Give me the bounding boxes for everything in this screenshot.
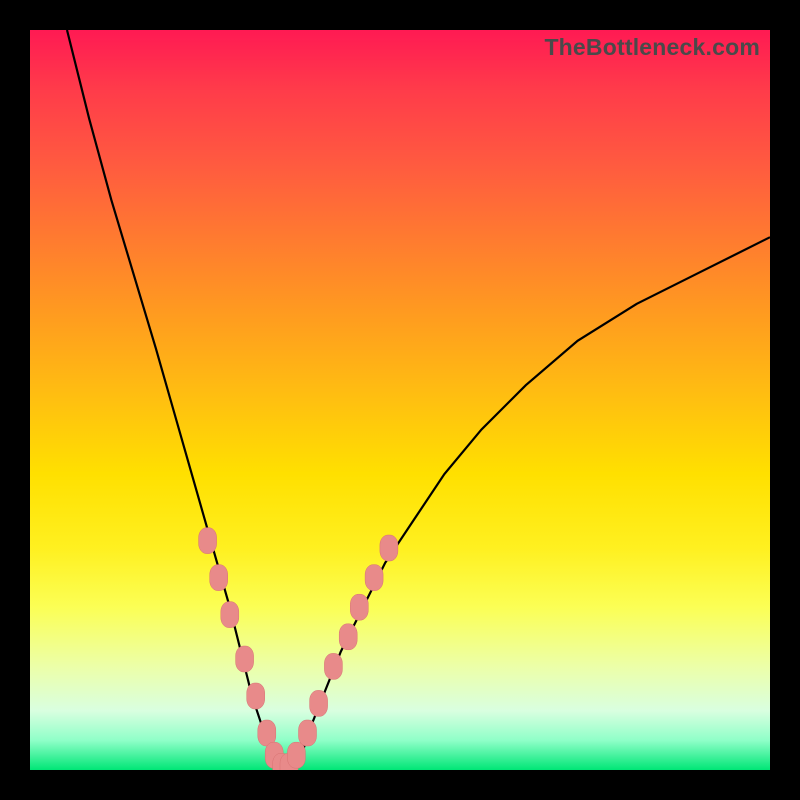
bead-marker	[236, 646, 254, 672]
chart-svg	[30, 30, 770, 770]
bead-marker	[221, 602, 239, 628]
bead-marker	[365, 565, 383, 591]
bead-marker	[247, 683, 265, 709]
bead-marker	[350, 594, 368, 620]
bead-marker	[287, 742, 305, 768]
bead-marker	[210, 565, 228, 591]
right-branch-line	[296, 237, 770, 762]
bead-marker	[324, 653, 342, 679]
bead-marker	[339, 624, 357, 650]
chart-frame: TheBottleneck.com	[0, 0, 800, 800]
bead-marker	[310, 690, 328, 716]
bead-marker	[199, 528, 217, 554]
bead-marker	[299, 720, 317, 746]
bead-marker	[380, 535, 398, 561]
beads-group	[199, 528, 398, 770]
chart-plot-area: TheBottleneck.com	[30, 30, 770, 770]
curve-lines	[67, 30, 770, 770]
